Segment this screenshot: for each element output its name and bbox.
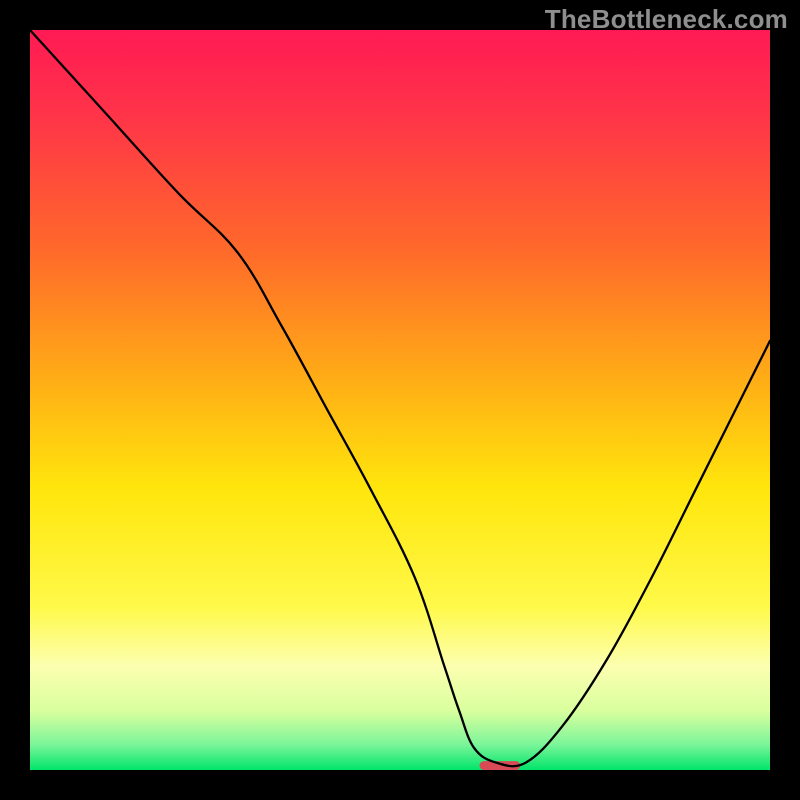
plot-area: [30, 30, 770, 770]
gradient-background: [30, 30, 770, 770]
watermark-text: TheBottleneck.com: [545, 4, 788, 35]
chart-frame: TheBottleneck.com: [0, 0, 800, 800]
chart-svg: [30, 30, 770, 770]
